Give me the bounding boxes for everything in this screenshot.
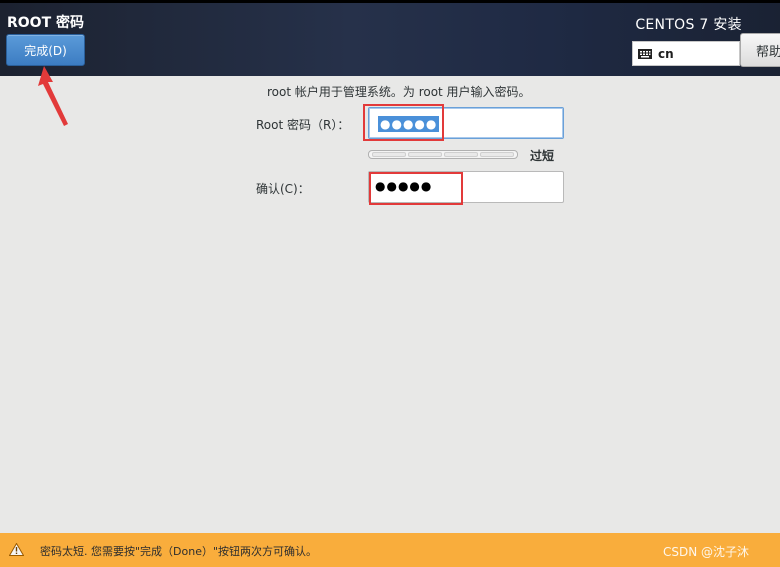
warning-icon [9,543,24,556]
watermark-text: CSDN @沈子沐 [663,545,750,559]
done-button[interactable]: 完成(D) [6,34,85,66]
header-bar: ROOT 密码 完成(D) CENTOS 7 安装 cn 帮助 [0,0,780,76]
highlight-box-confirm [369,172,463,205]
instruction-text: root 帐户用于管理系统。为 root 用户输入密码。 [267,85,531,99]
password-strength-label: 过短 [530,149,555,163]
warning-message: 密码太短. 您需要按"完成（Done）"按钮两次方可确认。 [40,545,318,558]
keyboard-icon [638,48,652,59]
page-title: ROOT 密码 [7,15,85,31]
keyboard-layout-indicator[interactable]: cn [632,41,740,66]
keyboard-layout-label: cn [658,46,674,61]
password-strength-meter [368,150,518,159]
highlight-box-password [363,104,444,141]
product-title: CENTOS 7 安装 [635,17,742,33]
help-button[interactable]: 帮助 [740,33,780,67]
strength-segment [444,152,478,157]
strength-segment [480,152,514,157]
warning-bar: 密码太短. 您需要按"完成（Done）"按钮两次方可确认。 CSDN @沈子沐 [0,533,780,567]
strength-segment [408,152,442,157]
arrow-annotation-icon [38,66,68,126]
root-password-label: Root 密码（R）： [256,118,350,132]
strength-segment [372,152,406,157]
confirm-password-label: 确认(C)： [256,182,310,196]
